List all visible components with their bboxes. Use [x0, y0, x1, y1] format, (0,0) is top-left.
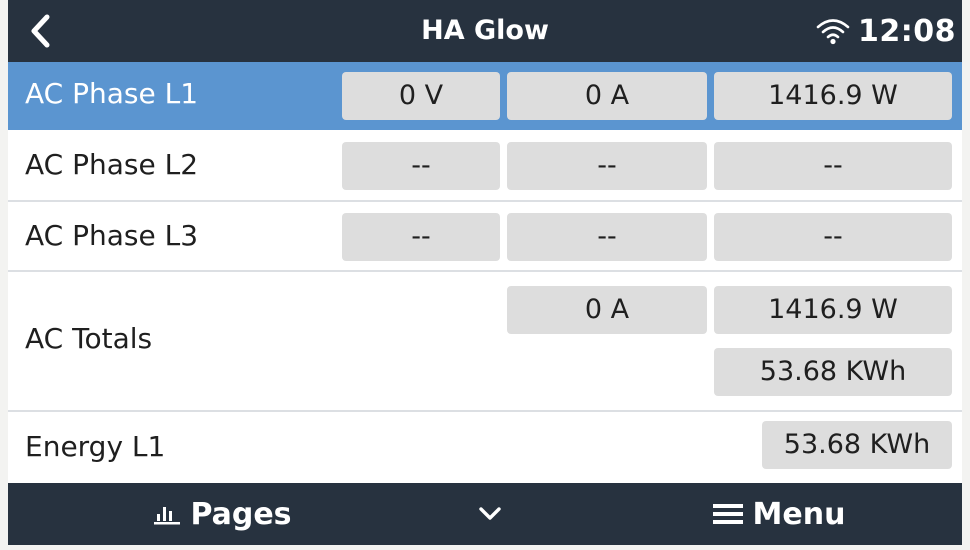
scroll-down-button[interactable]	[460, 483, 520, 545]
voltage-value: --	[342, 213, 500, 261]
bar-chart-icon	[154, 507, 181, 525]
wifi-icon	[816, 19, 850, 45]
clock: 12:08	[858, 13, 956, 49]
row-ac-phase-l1[interactable]: AC Phase L1 0 V 0 A 1416.9 W	[8, 62, 962, 130]
menu-label: Menu	[752, 496, 846, 532]
row-ac-phase-l3[interactable]: AC Phase L3 -- -- --	[8, 202, 962, 272]
row-label: AC Phase L2	[25, 148, 199, 181]
power-value: 1416.9 W	[714, 72, 952, 120]
current-value: --	[507, 213, 707, 261]
total-energy-value: 53.68 KWh	[714, 348, 952, 396]
top-bar: HA Glow 12:08	[8, 0, 962, 62]
chevron-down-icon	[479, 507, 501, 520]
power-value: --	[714, 213, 952, 261]
voltage-value: --	[342, 142, 500, 190]
row-energy-l1[interactable]: Energy L1 53.68 KWh	[8, 412, 962, 483]
menu-button[interactable]: Menu	[694, 483, 864, 545]
row-label: AC Phase L3	[25, 219, 199, 252]
row-label: Energy L1	[25, 430, 166, 463]
row-label: AC Phase L1	[25, 77, 199, 110]
row-ac-phase-l2[interactable]: AC Phase L2 -- -- --	[8, 130, 962, 202]
current-value: --	[507, 142, 707, 190]
row-ac-totals[interactable]: AC Totals 0 A 1416.9 W 53.68 KWh	[8, 272, 962, 412]
bottom-bar: Pages Menu	[8, 483, 962, 545]
pages-label: Pages	[190, 496, 292, 532]
total-power-value: 1416.9 W	[714, 286, 952, 334]
pages-button[interactable]: Pages	[128, 483, 318, 545]
status-area: 12:08	[816, 0, 956, 62]
hamburger-icon	[712, 504, 743, 524]
current-value: 0 A	[507, 72, 707, 120]
row-label: AC Totals	[25, 322, 153, 355]
voltage-value: 0 V	[342, 72, 500, 120]
device-screen: HA Glow 12:08 AC Phase L1 0 V 0 A 1416.9…	[8, 0, 962, 545]
energy-l1-value: 53.68 KWh	[762, 421, 952, 469]
total-current-value: 0 A	[507, 286, 707, 334]
power-value: --	[714, 142, 952, 190]
